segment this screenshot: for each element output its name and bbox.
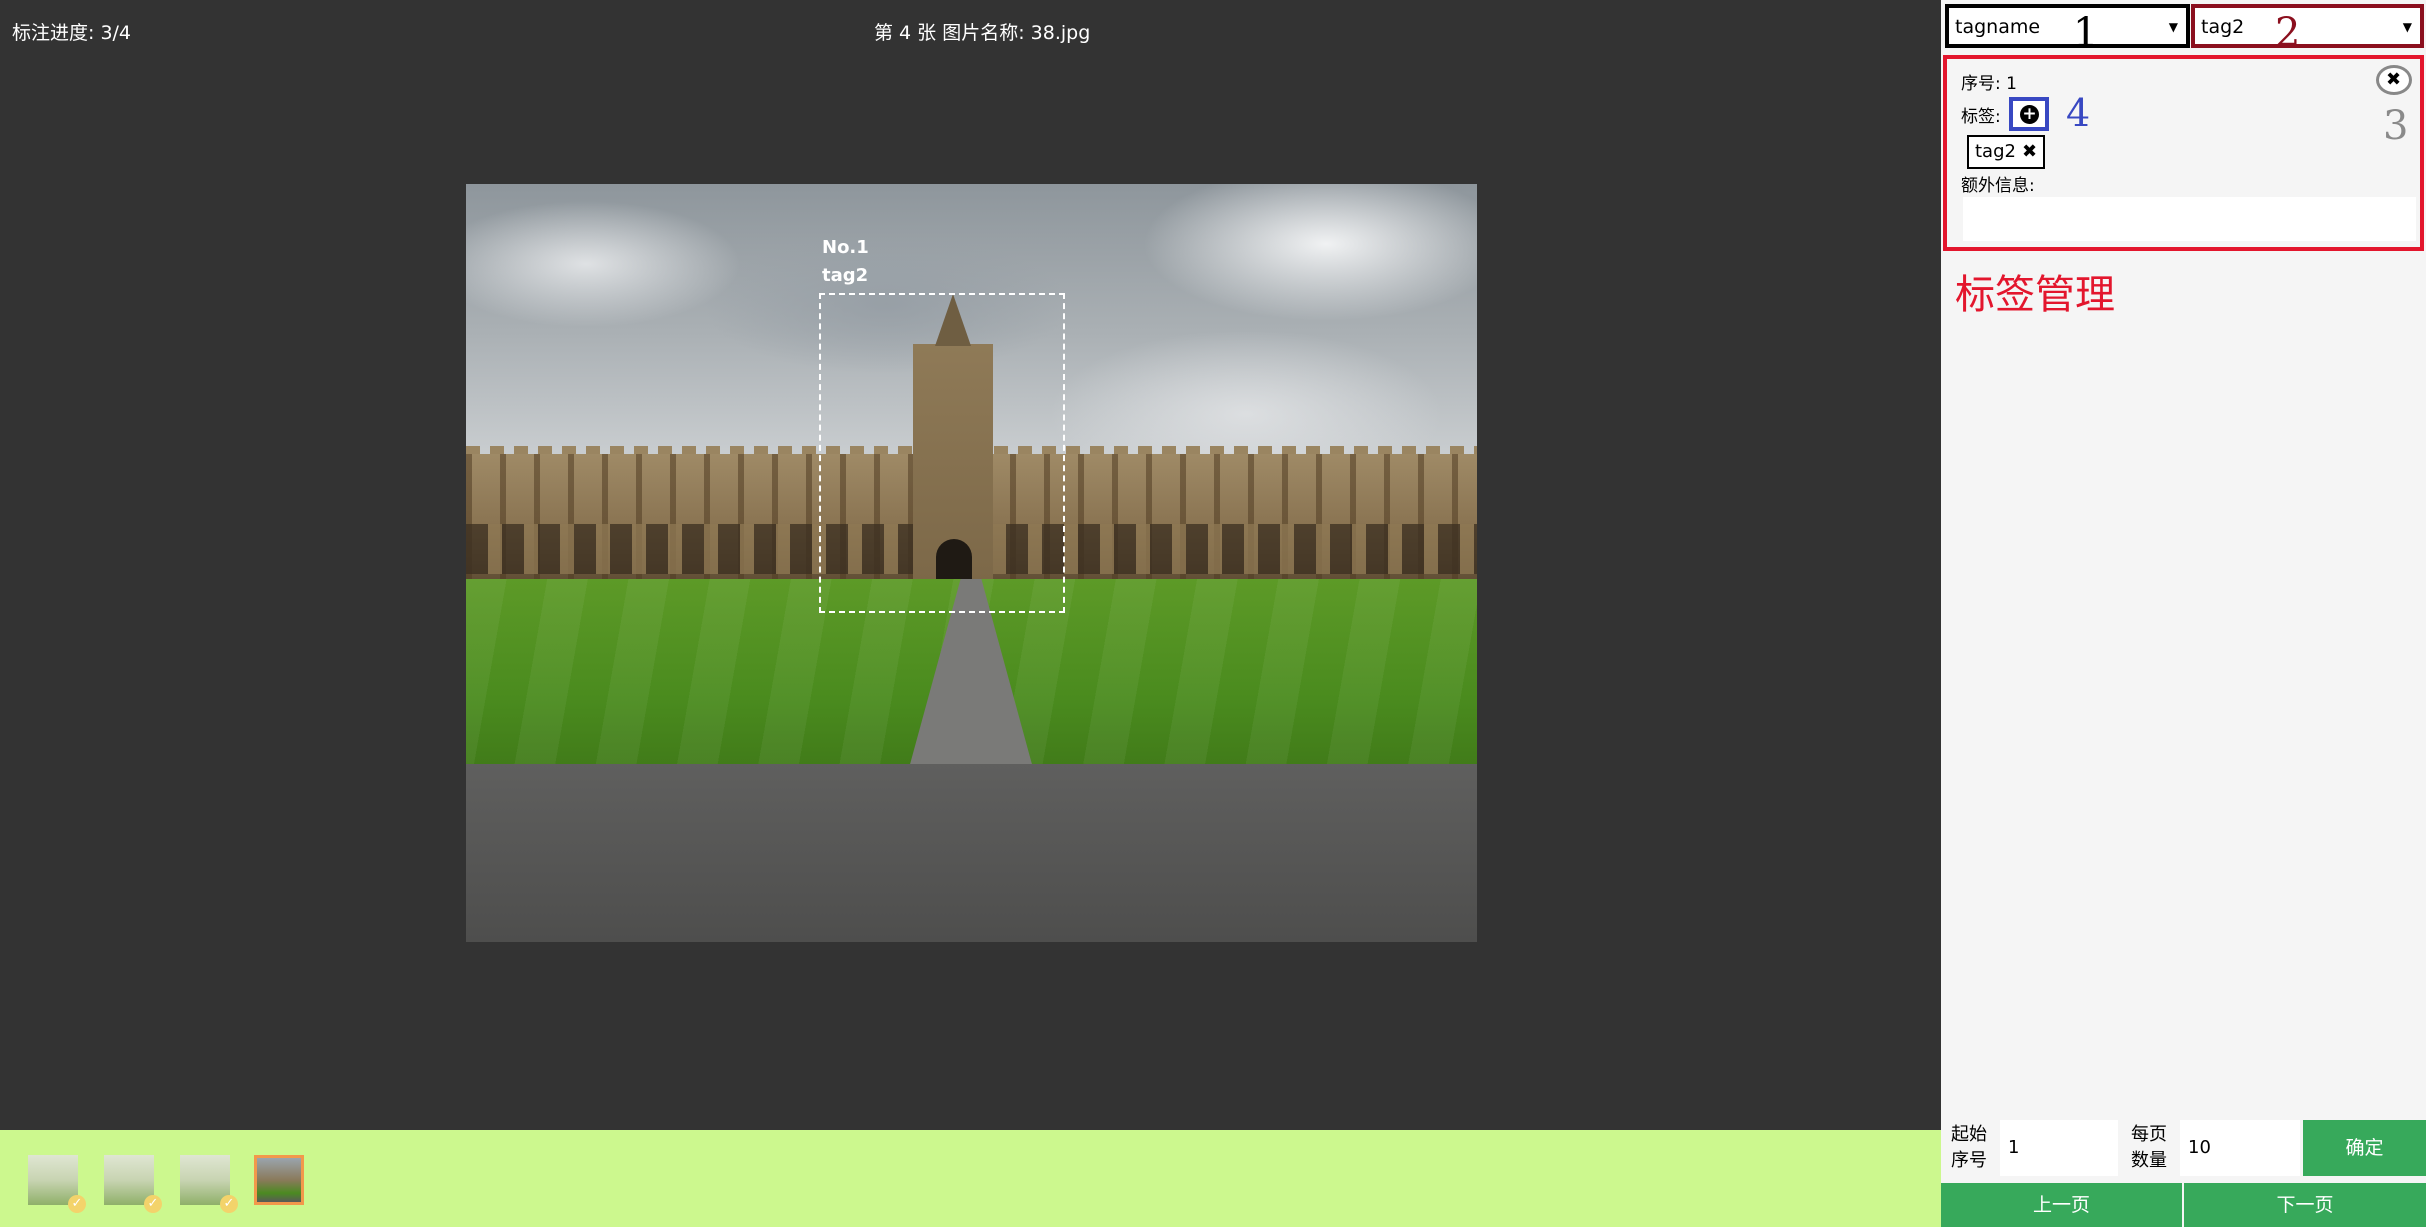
remove-tag-icon[interactable]: ✖ — [2022, 141, 2037, 162]
thumbnail-1[interactable]: ✓ — [28, 1155, 86, 1213]
check-icon: ✓ — [220, 1195, 238, 1213]
close-icon: ✖ — [2386, 69, 2402, 90]
per-page-label-line2: 数量 — [2131, 1150, 2167, 1171]
thumbnail-2[interactable]: ✓ — [104, 1155, 162, 1213]
callout-3: 3 — [2383, 103, 2409, 149]
thumbnail-4-active[interactable] — [254, 1155, 304, 1205]
bounding-box-number: No.1 — [822, 237, 869, 258]
start-index-input[interactable]: 1 — [2000, 1120, 2118, 1176]
tag-chip-label: tag2 — [1975, 141, 2016, 162]
thumbnail-3[interactable]: ✓ — [180, 1155, 238, 1213]
callout-1: 1 — [2073, 10, 2099, 56]
thumbnail-bar: ✓ ✓ ✓ — [0, 1130, 1941, 1227]
next-page-button[interactable]: 下一页 — [2184, 1183, 2426, 1227]
tag-management-title: 标签管理 — [1955, 272, 2115, 318]
tag-panel: tagname 1 ▼ tag2 2 ▼ 序号: 1 标签: + 4 tag2 ✖… — [1941, 0, 2426, 1227]
image-road — [466, 764, 1477, 942]
plus-circle-icon: + — [2020, 105, 2039, 124]
prev-page-button[interactable]: 上一页 — [1941, 1183, 2182, 1227]
tagname-select[interactable]: tagname 1 ▼ — [1945, 4, 2190, 56]
annotation-detail-box: 序号: 1 标签: + 4 tag2 ✖ 额外信息: ✖ 3 — [1943, 55, 2424, 251]
tag-value-select-value: tag2 — [2201, 16, 2245, 38]
dropdown-arrow-icon: ▼ — [2402, 20, 2412, 34]
check-icon: ✓ — [144, 1195, 162, 1213]
dropdown-arrow-icon: ▼ — [2168, 20, 2178, 34]
confirm-button[interactable]: 确定 — [2303, 1120, 2426, 1176]
tag-label: 标签: — [1961, 107, 2001, 127]
tagname-select-value: tagname — [1955, 16, 2041, 38]
annotation-progress: 标注进度: 3/4 — [12, 22, 132, 44]
extra-info-input[interactable] — [1963, 197, 2416, 241]
check-icon: ✓ — [68, 1195, 86, 1213]
per-page-input[interactable]: 10 — [2180, 1120, 2300, 1176]
bounding-box-tag: tag2 — [822, 265, 869, 286]
annotation-image[interactable]: No.1 tag2 — [466, 184, 1477, 942]
start-index-label-line2: 序号 — [1951, 1150, 1987, 1171]
callout-2: 2 — [2275, 10, 2301, 56]
per-page-label: 每页 数量 — [2131, 1122, 2167, 1174]
extra-info-label: 额外信息: — [1961, 176, 2035, 196]
callout-4: 4 — [2066, 91, 2091, 135]
tag-chip: tag2 ✖ — [1967, 135, 2046, 169]
bounding-box-label: No.1 tag2 — [822, 234, 869, 290]
add-tag-button[interactable]: + — [2009, 97, 2049, 131]
image-title: 第 4 张 图片名称: 38.jpg — [874, 22, 1091, 44]
delete-annotation-button[interactable]: ✖ — [2376, 65, 2412, 95]
per-page-label-line1: 每页 — [2131, 1124, 2167, 1145]
bounding-box[interactable] — [819, 293, 1065, 613]
index-label: 序号: 1 — [1961, 74, 2017, 94]
tag-value-select[interactable]: tag2 2 ▼ — [2191, 4, 2424, 56]
start-index-label-line1: 起始 — [1951, 1124, 1987, 1145]
start-index-label: 起始 序号 — [1951, 1122, 1987, 1174]
